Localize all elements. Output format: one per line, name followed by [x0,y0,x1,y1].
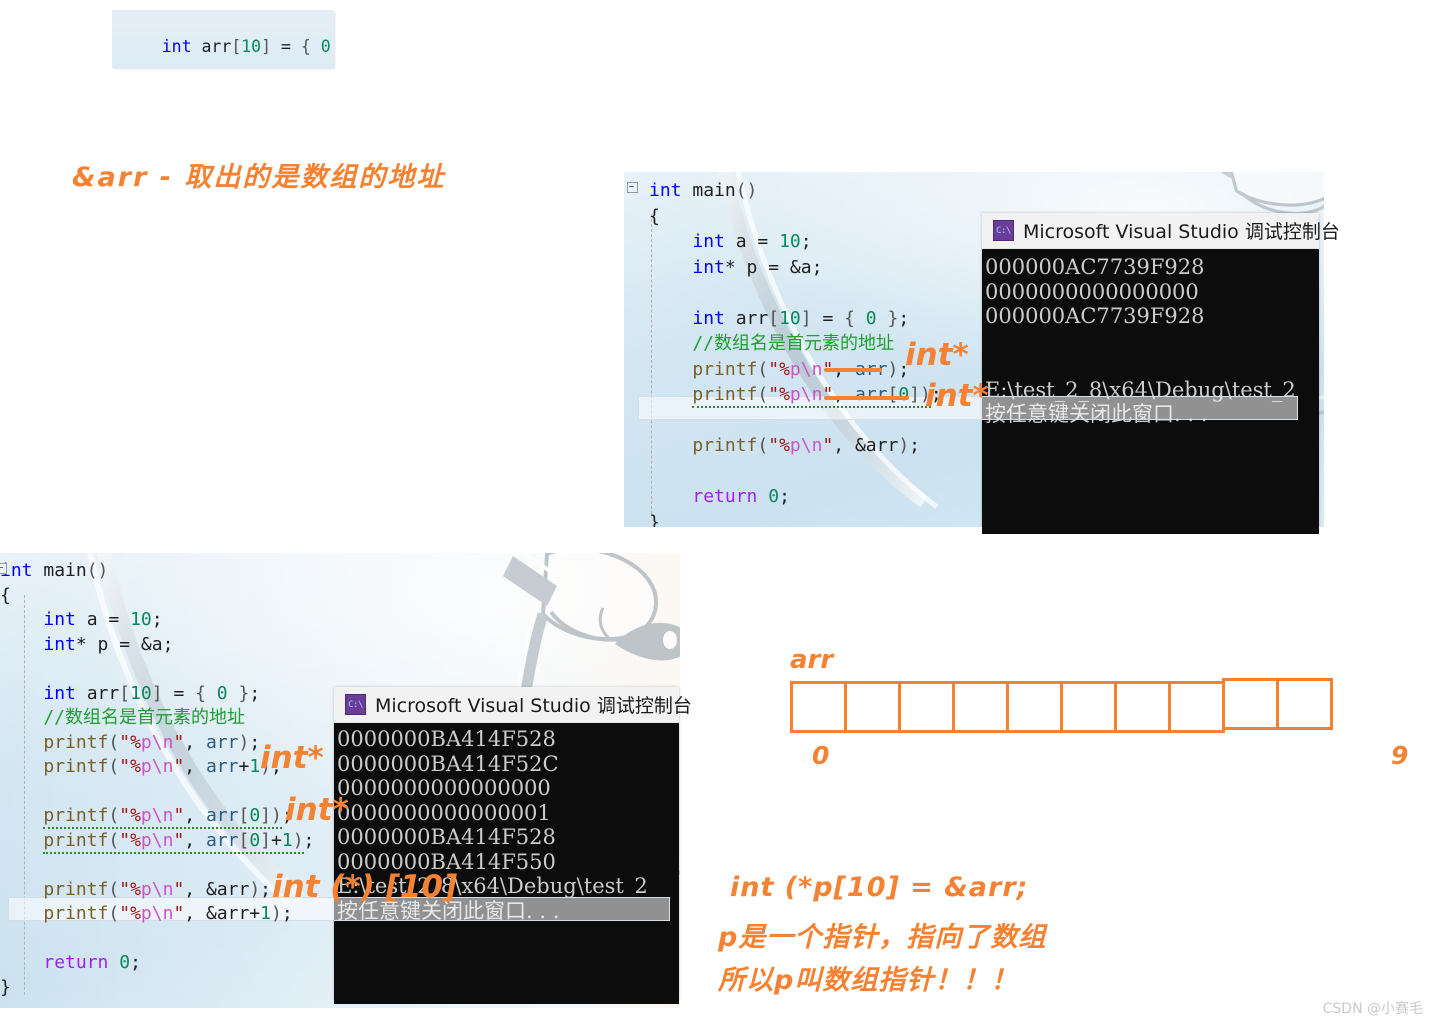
console-line: 000000AC7739F928 [985,304,1205,328]
code-line: printf("%p\n", arr[0]); [0,804,314,829]
array-cell [1276,678,1333,730]
console-line: 0000000000000000 [985,279,1199,304]
code-line: printf("%p\n", &arr+1); [43,903,293,924]
code-collapse-toggle[interactable] [627,182,638,193]
note-array-pointer-line3: 所以p叫数组指针！！！ [718,965,1019,996]
underline-arr [824,368,882,372]
code-line: int arr[10] = { 0 }; [692,307,910,329]
console-line: 0000000000000000 [337,776,551,800]
array-cell [1060,681,1117,733]
array-cells [790,678,1415,733]
console-line: 0000000BA414F528 [337,825,556,849]
cmd-prompt-icon: C:\ [993,220,1014,241]
console-line: 0000000000000001 [337,800,551,825]
note-arr-address: &arr - 取出的是数组的地址 [72,162,446,193]
code-line: int arr[10] = { 0 }; [43,682,261,704]
array-index-last: 9 [1391,741,1409,770]
console-window-bottom: C:\ Microsoft Visual Studio 调试控制台 000000… [334,687,692,1004]
annotation-bottom-array-pointer-type: int (*) [10] [272,869,458,905]
code-line: int* p = &a; [43,633,174,655]
code-snippet-top: int arr[10] = { 0 }; //数组名是首元素的地址 [112,10,334,68]
annotation-bottom-int-star-1: int* [260,740,324,776]
console-title-bar[interactable]: C:\ Microsoft Visual Studio 调试控制台 [982,213,1340,249]
code-line: printf("%p\n", &arr); [43,878,271,900]
csdn-watermark: CSDN @小赛毛 [1322,1001,1423,1017]
array-label: arr [790,645,834,675]
console-output-area: 000000AC7739F928 0000000000000000 000000… [982,249,1319,534]
array-index-first: 0 [812,741,830,770]
array-cell [1168,681,1225,733]
annotation-bottom-int-star-2: int* [285,792,349,828]
code-line: } [0,976,11,998]
array-cell [790,681,847,733]
code-comment-line: //数组名是首元素的地址 [649,333,895,354]
note-array-pointer-line2: p是一个指针，指向了数组 [718,922,1047,953]
code-line: return 0; [43,952,141,973]
array-cell [844,681,901,733]
code-line: { [649,205,660,227]
code-collapse-toggle[interactable] [0,563,7,574]
code-line: return 0; [692,486,790,507]
annotation-int-star-1: int* [905,337,969,373]
code-line: } [649,511,660,528]
code-line: int main() [0,560,109,581]
array-diagram: arr 0 9 [790,645,1415,775]
note-array-pointer-line1: int (*p[10] = &arr; [730,872,1029,903]
console-title-bar[interactable]: C:\ Microsoft Visual Studio 调试控制台 [334,687,692,723]
array-cell [952,681,1009,733]
cmd-prompt-icon: C:\ [345,694,366,715]
code-line: int main() [649,180,758,201]
console-title: Microsoft Visual Studio 调试控制台 [1023,221,1340,243]
array-cell [1006,681,1063,733]
console-window-top: C:\ Microsoft Visual Studio 调试控制台 000000… [982,213,1340,534]
code-line: { [0,584,11,606]
console-line: 0000000BA414F52C [337,751,559,776]
console-line: 000000AC7739F928 [985,255,1205,279]
code-line: printf("%p\n", arr[0]+1); [0,829,314,854]
annotation-int-star-2: int* [925,378,989,414]
code-line: int* p = &a; [692,256,823,278]
console-output-area: 0000000BA414F528 0000000BA414F52C 000000… [334,723,679,1004]
code-line: printf("%p\n", arr[0]); [649,382,942,408]
console-title: Microsoft Visual Studio 调试控制台 [375,695,692,717]
array-cell [1114,681,1171,733]
array-cell [898,681,955,733]
underline-arr0 [824,396,909,400]
code-line: int arr[10] = { 0 }; [161,37,331,56]
code-line: int a = 10; [43,609,163,630]
code-line: printf("%p\n", &arr); [692,435,920,456]
code-line: printf("%p\n", arr); [692,358,910,380]
console-line: 0000000BA414F528 [337,727,556,751]
code-line: int a = 10; [692,231,812,252]
code-comment-line: //数组名是首元素的地址 [0,707,246,728]
array-cell [1222,678,1279,730]
